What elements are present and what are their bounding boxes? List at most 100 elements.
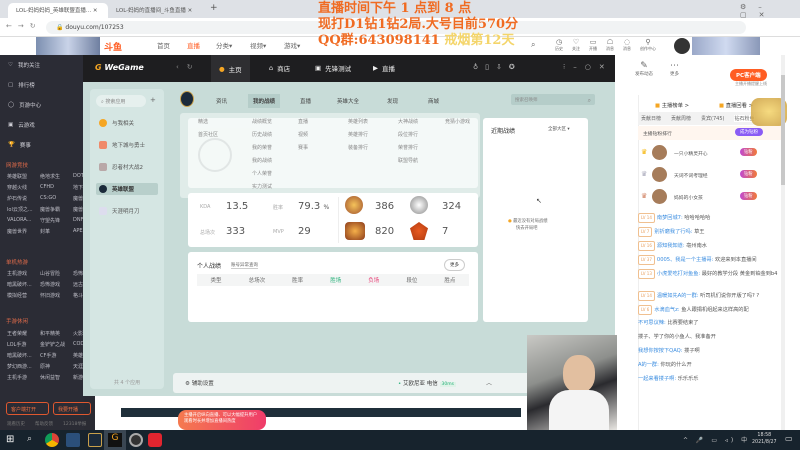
nav-games[interactable]: 游戏▾ xyxy=(284,40,300,50)
tab[interactable]: 贡献日榜 xyxy=(641,115,661,122)
search-icon[interactable]: ⌕ xyxy=(27,434,32,444)
wegame-nav-live[interactable]: ▶ 直播 xyxy=(373,63,395,73)
obs-icon[interactable] xyxy=(129,433,143,447)
game-link[interactable]: 英雄联盟 xyxy=(7,173,40,180)
game-link[interactable]: 梦幻西游... xyxy=(7,363,40,370)
footer-link[interactable]: 12318举报 xyxy=(63,421,86,427)
game-link[interactable]: 王者荣耀 xyxy=(7,330,40,337)
dropdown-menu-item[interactable]: 视频 xyxy=(298,131,308,138)
subtab-discover[interactable]: 发现 xyxy=(387,97,398,105)
post-button[interactable]: ✎ 发布动态 xyxy=(635,61,653,77)
chat-username[interactable]: 别折磨我了行吗: xyxy=(654,229,692,235)
wegame-tool-icons[interactable]: ♁▯⇩✪ xyxy=(473,63,522,71)
wegame-nav-store[interactable]: ⌂ 商店 xyxy=(269,63,290,73)
pc-client-button[interactable]: PC客户端 xyxy=(730,69,767,81)
game-link[interactable]: 原神 xyxy=(40,363,73,370)
more-button[interactable]: ⋯ 更多 xyxy=(670,61,679,77)
sidebar-item-follow[interactable]: ♡ 我的关注 xyxy=(8,60,40,70)
notify-icon[interactable]: ◌ 消息 xyxy=(623,38,631,52)
summoner-search-input[interactable]: 搜索召唤师 ⌕ xyxy=(511,94,595,105)
app-item[interactable]: 天涯明月刀 xyxy=(96,205,158,217)
game-link[interactable]: 魔兽争霸 xyxy=(40,206,73,213)
game-link[interactable]: lol云顶之... xyxy=(7,206,40,213)
subtab-my-record[interactable]: 我的战绩 xyxy=(248,94,281,108)
nav-video[interactable]: 视频▾ xyxy=(250,40,266,50)
dropdown-menu-item[interactable]: 装备排行 xyxy=(348,144,368,151)
game-link[interactable]: 暗黑破坏... xyxy=(7,352,40,359)
replay-link[interactable]: ■ 直播回看 > xyxy=(719,101,753,109)
fan-row[interactable]: ♛ 天词不词考理经 钻粉 xyxy=(638,165,781,185)
dropdown-menu-item[interactable]: 首页社区 xyxy=(198,131,218,138)
chat-username[interactable]: 水滴血气z: xyxy=(654,307,679,313)
start-live-button[interactable]: 我要开播 xyxy=(53,402,91,415)
windows-start-icon[interactable]: ⊞ xyxy=(6,434,14,445)
dropdown-menu-item[interactable]: 我的战绩 xyxy=(252,157,272,164)
dropdown-menu-item[interactable]: 联盟导航 xyxy=(398,157,418,164)
dropdown-menu-item[interactable]: 竞猜小游戏 xyxy=(445,118,470,125)
app-item[interactable]: 忍者村大战2 xyxy=(96,161,158,173)
game-link[interactable]: 恐怖游戏 xyxy=(40,281,73,288)
subtab-mall[interactable]: 商城 xyxy=(428,97,439,105)
chat-username[interactable]: 源知我知道: xyxy=(657,243,685,249)
new-tab-button[interactable]: + xyxy=(210,3,218,13)
lol-taskbar-icon[interactable] xyxy=(88,433,102,447)
chat-username[interactable]: 0005、我是一个主播哥: xyxy=(657,257,713,263)
nav-live[interactable]: 直播 xyxy=(187,40,200,50)
history-icon[interactable]: ◷ 历史 xyxy=(555,38,563,52)
game-link[interactable]: CF手游 xyxy=(40,352,73,359)
dropdown-menu-item[interactable]: 大神战绩 xyxy=(398,118,418,125)
app-search-input[interactable]: ⌕ 搜索应用 xyxy=(96,95,146,107)
chat-username[interactable]: 我想你按按下QAQ: xyxy=(638,348,683,354)
chat-username[interactable]: 温暖如先A的一群: xyxy=(657,293,699,299)
account-check-link[interactable]: 账号异常查询 xyxy=(231,262,258,269)
game-link[interactable]: 绝地求生 xyxy=(40,173,73,180)
client-open-button[interactable]: 客户端打开 xyxy=(6,402,49,415)
game-link[interactable]: 守望先锋 xyxy=(40,217,73,224)
wegame-taskbar-item[interactable]: G xyxy=(104,430,126,450)
game-link[interactable]: 休闲益智 xyxy=(40,374,73,381)
footer-link[interactable]: 帮助反馈 xyxy=(35,421,53,427)
follow-icon[interactable]: ♡ 关注 xyxy=(572,38,580,52)
chat-username[interactable]: A的一群: xyxy=(638,362,659,368)
subtab-news[interactable]: 资讯 xyxy=(216,97,227,105)
game-link[interactable]: 主机手游 xyxy=(7,374,40,381)
game-link[interactable]: 炉石传说 xyxy=(7,195,40,202)
game-link[interactable]: 魔兽世界 xyxy=(7,228,40,235)
nav-buttons[interactable]: ←→↻ xyxy=(6,22,42,30)
region-filter-dropdown[interactable]: 全部大区 ▾ xyxy=(548,126,570,132)
subtab-live[interactable]: 直播 xyxy=(300,97,311,105)
footer-link[interactable]: 观看历史 xyxy=(7,421,25,427)
browser-tab[interactable]: LOL-妈妈的直播间_斗鱼直播 ✕ xyxy=(108,3,208,18)
fan-row[interactable]: ♛ 一只小精灵开心 钻粉 xyxy=(638,143,781,163)
creator-icon[interactable]: ⚲ 创作中心 xyxy=(640,38,656,52)
douyu-logo[interactable]: 斗鱼 xyxy=(104,40,122,53)
broadcast-icon[interactable]: ▭ 开播 xyxy=(589,38,597,52)
dropdown-menu-item[interactable]: 赛事 xyxy=(298,144,308,151)
server-status[interactable]: • 艾欧尼亚 电信 30ms xyxy=(398,379,456,387)
chat-username[interactable]: 小虎爱吃打对鱼鱼: xyxy=(657,271,700,277)
game-link[interactable]: 金铲铲之战 xyxy=(40,341,73,348)
dropdown-menu-item[interactable]: 直播 xyxy=(298,118,308,125)
more-button[interactable]: 更多 xyxy=(444,259,465,271)
tip-popup[interactable]: 主播开启纵向直播、可以大幅提升用户观看时长并增加直播间热度 xyxy=(178,410,266,430)
dropdown-menu-item[interactable]: 段位排行 xyxy=(398,131,418,138)
dropdown-menu-item[interactable]: 我的荣誉 xyxy=(252,144,272,151)
dropdown-menu-item[interactable]: 战绩概览 xyxy=(252,118,272,125)
fan-row[interactable]: ♛ 妈妈的小女孩 钻粉 xyxy=(638,187,781,207)
dropdown-menu-item[interactable]: 实力测试 xyxy=(252,183,272,190)
dropdown-menu-item[interactable]: 荣誉排行 xyxy=(398,144,418,151)
app-item[interactable]: 与我相关 xyxy=(96,117,158,129)
clock[interactable]: 18:58 2021/8/27 xyxy=(752,432,777,446)
game-link[interactable]: LOL手游 xyxy=(7,341,40,348)
wegame-back-refresh[interactable]: ‹↻ xyxy=(176,63,201,71)
add-app-button[interactable]: + xyxy=(150,96,156,104)
chat-username[interactable]: 南梦回城7: xyxy=(657,215,683,221)
chevron-up-icon[interactable]: ︿ xyxy=(486,378,492,387)
dropdown-menu-item[interactable]: 历史战绩 xyxy=(252,131,272,138)
search-icon[interactable]: ⌕ xyxy=(531,40,535,50)
tab[interactable]: 贵宾(745) xyxy=(701,115,724,122)
sidebar-item-rank[interactable]: ▢ 排行榜 xyxy=(8,80,35,90)
dropdown-menu-item[interactable]: 英雄列表 xyxy=(348,118,368,125)
wegame-nav-home[interactable]: ● 主页 xyxy=(211,55,250,82)
window-controls[interactable]: ⚙–▢✕ xyxy=(740,3,800,19)
